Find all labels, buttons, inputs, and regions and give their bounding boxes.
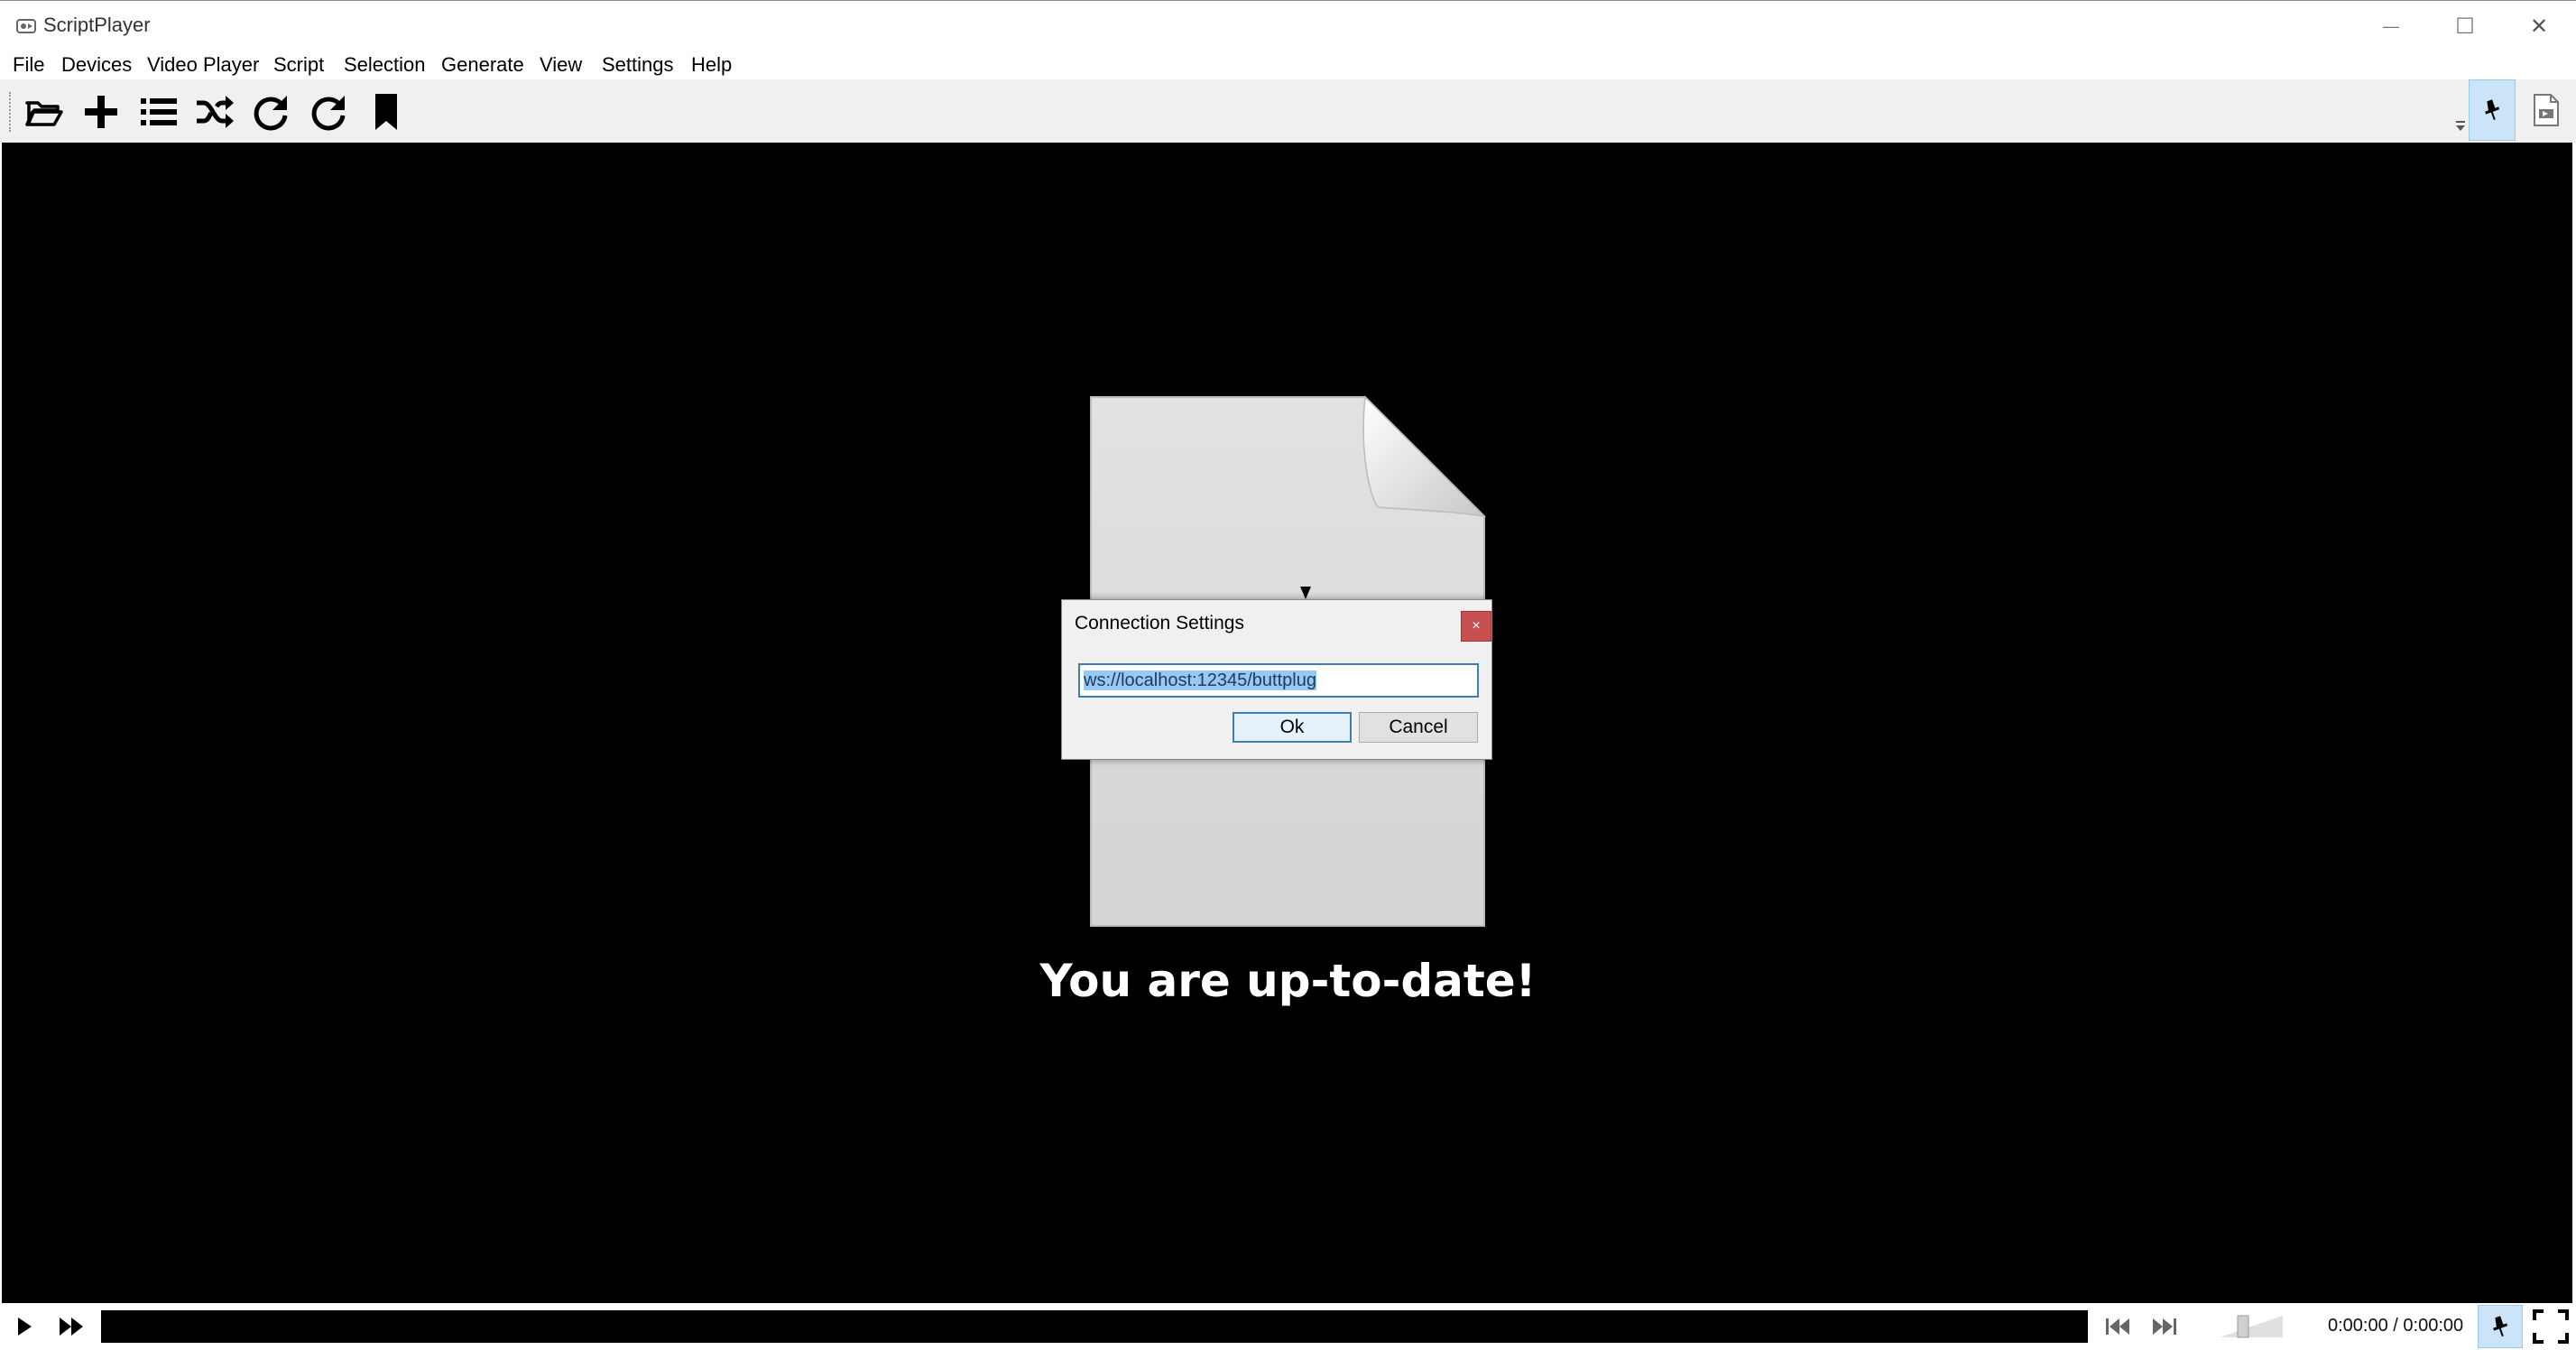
menu-view[interactable]: View [540,51,582,79]
close-icon: ✕ [2529,14,2549,39]
dialog-close-icon: × [1472,618,1481,633]
shuffle-button[interactable] [189,90,240,134]
next-button[interactable] [2144,1308,2185,1345]
toolbar-overflow-icon[interactable] [2454,117,2467,134]
pin-button[interactable] [2469,79,2516,141]
app-logo-icon [16,19,36,33]
skip-next-icon [2153,1318,2176,1335]
pin-controls-button[interactable] [2478,1305,2523,1348]
connection-settings-dialog: Connection Settings × ws://localhost:123… [1061,599,1492,760]
fullscreen-icon [2533,1309,2569,1344]
play-icon [18,1318,32,1336]
maximize-button[interactable]: ☐ [2429,1,2501,51]
playlist-button[interactable] [134,90,184,134]
redo-button[interactable] [303,90,354,134]
connection-url-field[interactable]: ws://localhost:12345/buttplug [1078,663,1479,698]
menu-selection[interactable]: Selection [344,51,426,79]
close-button[interactable]: ✕ [2503,1,2575,51]
playback-controls: 0:00:00 / 0:00:00 [0,1303,2576,1350]
previous-button[interactable] [2097,1308,2138,1345]
menu-script[interactable]: Script [273,51,324,79]
up-to-date-message: You are up-to-date! [1039,955,1537,1007]
time-display: 0:00:00 / 0:00:00 [2328,1316,2464,1336]
minimize-icon: — [2383,16,2399,35]
repeat-button[interactable] [245,90,296,134]
fast-forward-icon [60,1318,83,1336]
ok-button[interactable]: Ok [1233,712,1352,743]
bookmark-icon [375,94,397,130]
fullscreen-button[interactable] [2530,1308,2571,1345]
ok-button-label: Ok [1279,717,1305,737]
toolbar [0,79,2576,143]
minimize-button[interactable]: — [2355,1,2427,51]
pin-icon [2493,1316,2508,1337]
redo-icon [311,96,346,131]
volume-slider[interactable] [2220,1314,2283,1339]
dialog-title: Connection Settings [1075,613,1244,633]
dialog-close-button[interactable]: × [1461,611,1491,642]
bookmark-button[interactable] [361,90,411,134]
pin-icon [2485,99,2500,121]
window-title: ScriptPlayer [43,14,151,36]
script-file-button[interactable] [2523,87,2570,134]
add-icon [85,96,117,128]
menu-help[interactable]: Help [691,51,732,79]
menu-video-player[interactable]: Video Player [147,51,259,79]
play-button[interactable] [4,1308,45,1345]
fast-forward-button[interactable] [51,1308,92,1345]
title-bar: ScriptPlayer — ☐ ✕ [0,0,2576,51]
add-button[interactable] [76,90,126,134]
menu-devices[interactable]: Devices [61,51,132,79]
connection-url-value: ws://localhost:12345/buttplug [1084,670,1316,690]
open-button[interactable] [18,90,69,134]
skip-previous-icon [2106,1318,2129,1335]
menu-generate[interactable]: Generate [441,51,524,79]
volume-slider-thumb[interactable] [2237,1315,2249,1338]
menu-bar: File Devices Video Player Script Selecti… [0,51,2576,79]
cancel-button[interactable]: Cancel [1359,712,1478,743]
seek-bar[interactable] [101,1310,2088,1343]
menu-file[interactable]: File [13,51,44,79]
open-folder-icon [25,101,63,126]
toolbar-grip[interactable] [9,92,13,132]
playlist-icon [141,98,177,125]
shuffle-icon [197,96,234,128]
script-file-icon [2534,94,2559,126]
cancel-button-label: Cancel [1389,717,1448,737]
menu-settings[interactable]: Settings [602,51,674,79]
repeat-icon [254,96,288,131]
maximize-icon: ☐ [2455,14,2475,39]
